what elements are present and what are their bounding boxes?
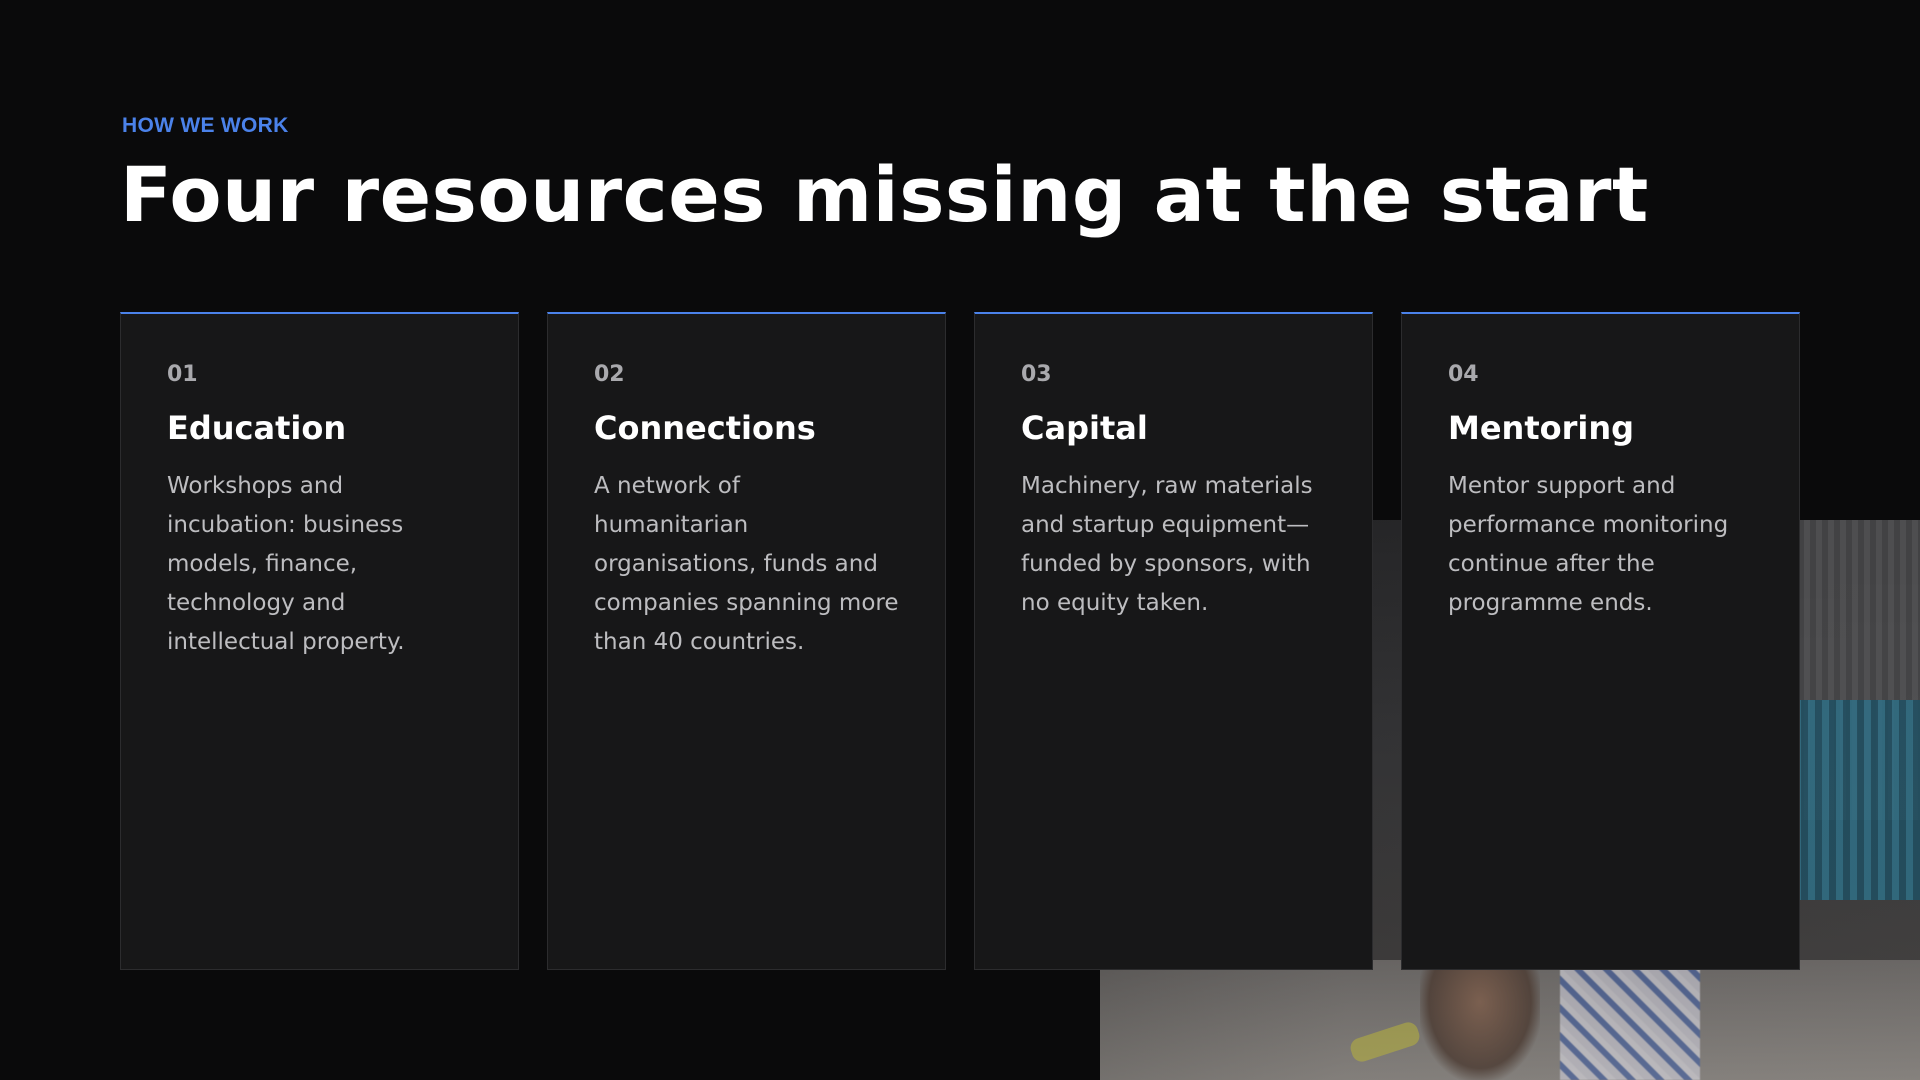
- page: HOW WE WORK Four resources missing at th…: [0, 0, 1920, 1080]
- card-description: A network of humanitarian organisations,…: [594, 473, 899, 655]
- resource-card-education: 01 Education Workshops and incubation: b…: [120, 312, 519, 970]
- resource-card-connections: 02 Connections A network of humanitarian…: [547, 312, 946, 970]
- section-eyebrow: HOW WE WORK: [122, 114, 289, 137]
- card-number: 03: [1021, 362, 1052, 387]
- card-title: Capital: [1021, 409, 1148, 447]
- card-number: 04: [1448, 362, 1479, 387]
- card-title: Education: [167, 409, 347, 447]
- photo-fabric: [1560, 960, 1700, 1080]
- card-description: Mentor support and performance monitorin…: [1448, 473, 1729, 616]
- card-title: Connections: [594, 409, 816, 447]
- resource-cards: 01 Education Workshops and incubation: b…: [120, 312, 1800, 970]
- card-number: 01: [167, 362, 198, 387]
- resource-card-capital: 03 Capital Machinery, raw materials and …: [974, 312, 1373, 970]
- card-title: Mentoring: [1448, 409, 1635, 447]
- photo-corrugated-sheet: [1780, 700, 1920, 900]
- resource-card-mentoring: 04 Mentoring Mentor support and performa…: [1401, 312, 1800, 970]
- card-description: Workshops and incubation: business model…: [167, 473, 405, 655]
- section-title: Four resources missing at the start: [120, 150, 1649, 239]
- card-number: 02: [594, 362, 625, 387]
- card-description: Machinery, raw materials and startup equ…: [1021, 473, 1313, 616]
